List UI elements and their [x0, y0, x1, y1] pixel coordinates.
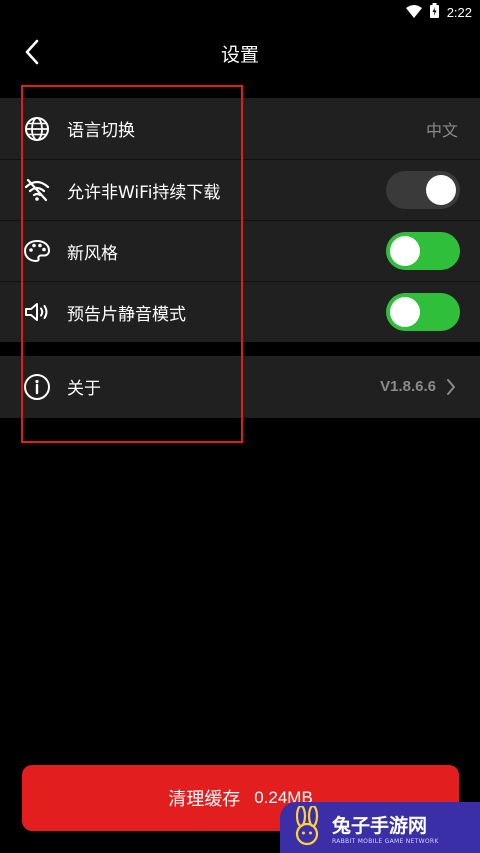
watermark-title: 兔子手游网 [332, 814, 428, 837]
language-label: 语言切换 [67, 121, 135, 141]
globe-icon [22, 114, 52, 144]
rabbit-icon [290, 804, 324, 850]
toggle-knob [426, 175, 456, 205]
battery-icon [429, 3, 439, 22]
watermark-text: 兔子手游网 RABBIT MOBILE GAME NETWORK [332, 811, 439, 845]
watermark-logo: 兔子手游网 RABBIT MOBILE GAME NETWORK [280, 802, 480, 853]
app-version: V1.8.6.6 [380, 378, 436, 395]
toggle-knob [390, 236, 420, 266]
new-style-setting-row: 新风格 [0, 220, 480, 281]
speaker-icon [22, 297, 52, 327]
trailer-mute-setting-row: 预告片静音模式 [0, 281, 480, 342]
about-label: 关于 [67, 379, 101, 399]
info-icon [22, 372, 52, 402]
status-time: 2:22 [446, 5, 472, 20]
status-bar: 2:22 [0, 0, 480, 22]
wifi-download-setting-row: 允许非WiFi持续下载 [0, 159, 480, 220]
trailer-mute-label: 预告片静音模式 [67, 304, 186, 325]
trailer-mute-toggle[interactable] [386, 293, 460, 331]
language-value: 中文 [425, 120, 458, 140]
palette-icon [22, 236, 52, 266]
settings-group-main: 语言切换 中文 允许非WiFi持续下载 新风格 预告片静音模式 [0, 98, 480, 342]
top-bar: 设置 [0, 26, 480, 82]
chevron-right-icon [444, 377, 458, 397]
page-title: 设置 [220, 44, 259, 66]
watermark-subtitle: RABBIT MOBILE GAME NETWORK [332, 837, 439, 845]
settings-group-about: 关于 V1.8.6.6 [0, 356, 480, 418]
wifi-off-icon [22, 175, 52, 205]
language-setting-row[interactable]: 语言切换 中文 [0, 98, 480, 159]
about-row[interactable]: 关于 V1.8.6.6 [0, 356, 480, 417]
clear-cache-label: 清理缓存 [168, 789, 241, 810]
toggle-knob [390, 297, 420, 327]
wifi-download-label: 允许非WiFi持续下载 [67, 182, 221, 203]
wifi-download-toggle[interactable] [386, 171, 460, 209]
new-style-toggle[interactable] [386, 232, 460, 270]
status-icons: 2:22 [405, 3, 472, 22]
wifi-signal-icon [405, 3, 422, 22]
new-style-label: 新风格 [67, 243, 118, 264]
